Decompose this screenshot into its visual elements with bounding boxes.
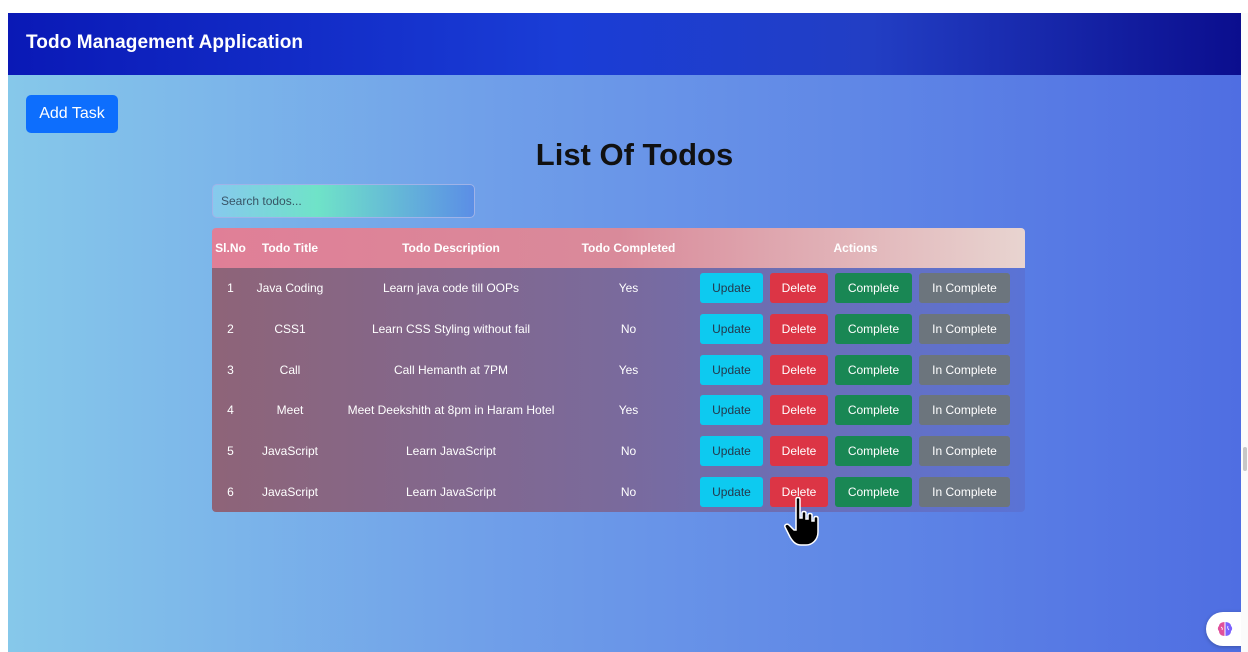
page-title: List Of Todos (535, 137, 734, 172)
incomplete-button[interactable]: In Complete (919, 273, 1010, 304)
cell-todo-description: Learn JavaScript (405, 444, 497, 459)
cell-todo-completed: No (620, 444, 637, 459)
update-button[interactable]: Update (700, 314, 763, 345)
cell-todo-description: Learn java code till OOPs (382, 281, 520, 296)
cell-actions: Update Delete Complete In Complete (686, 390, 1025, 431)
cell-sl-no: 3 (227, 362, 234, 377)
cell-actions: Update Delete Complete In Complete (686, 309, 1025, 350)
cell-todo-title: JavaScript (261, 444, 319, 459)
cell-todo-description: Call Hemanth at 7PM (393, 362, 509, 377)
cell-actions: Update Delete Complete In Complete (686, 431, 1025, 472)
cell-todo-completed: No (620, 322, 637, 337)
header-todo-description: Todo Description (402, 241, 500, 255)
top-navbar: Todo Management Application (8, 13, 1241, 75)
cell-todo-completed: Yes (618, 403, 639, 418)
row-actions: Update Delete Complete In Complete (686, 273, 1025, 304)
complete-button[interactable]: Complete (835, 436, 912, 467)
cell-actions: Update Delete Complete In Complete (686, 268, 1025, 309)
cell-todo-title: Meet (276, 403, 304, 418)
table-header-row: Sl.No Todo Title Todo Description Todo C… (212, 228, 1025, 268)
todo-table: Sl.No Todo Title Todo Description Todo C… (212, 228, 1025, 513)
app-title: Todo Management Application (26, 32, 304, 53)
row-actions: Update Delete Complete In Complete (686, 314, 1025, 345)
cell-todo-description: Learn CSS Styling without fail (371, 322, 531, 337)
row-actions: Update Delete Complete In Complete (686, 436, 1025, 467)
search-input[interactable] (212, 184, 475, 218)
todo-table-body: 1 Java Coding Learn java code till OOPs Yes… (212, 268, 1025, 513)
update-button[interactable]: Update (700, 395, 763, 426)
complete-button[interactable]: Complete (835, 395, 912, 426)
incomplete-button[interactable]: In Complete (919, 395, 1010, 426)
row-actions: Update Delete Complete In Complete (686, 476, 1025, 507)
cell-todo-completed: Yes (618, 362, 639, 377)
delete-button[interactable]: Delete (770, 314, 828, 345)
header-todo-completed: Todo Completed (581, 241, 676, 255)
cell-actions: Update Delete Complete In Complete (686, 349, 1025, 390)
add-task-button[interactable]: Add Task (26, 95, 118, 133)
row-actions: Update Delete Complete In Complete (686, 354, 1025, 385)
incomplete-button[interactable]: In Complete (919, 436, 1010, 467)
cell-sl-no: 5 (227, 444, 234, 459)
scrollbar-thumb[interactable] (1243, 447, 1247, 471)
cell-sl-no: 6 (227, 484, 234, 499)
hand-pointer-icon (784, 496, 819, 546)
table-row: 3 Call Call Hemanth at 7PM Yes Update Delete C… (212, 349, 1025, 390)
table-row: 6 JavaScript Learn JavaScript No Update Delet… (212, 471, 1025, 512)
update-button[interactable]: Update (700, 476, 763, 507)
table-row: 2 CSS1 Learn CSS Styling without fail No Upd… (212, 309, 1025, 350)
header-sl-no: Sl.No (215, 241, 246, 255)
cell-todo-description: Meet Deekshith at 8pm in Haram Hotel (347, 403, 555, 418)
row-actions: Update Delete Complete In Complete (686, 395, 1025, 426)
cell-todo-title: Java Coding (256, 281, 324, 296)
header-actions: Actions (833, 241, 878, 255)
table-row: 1 Java Coding Learn java code till OOPs Yes… (212, 268, 1025, 309)
delete-button[interactable]: Delete (770, 436, 828, 467)
page-scrollbar[interactable] (1241, 13, 1248, 652)
incomplete-button[interactable]: In Complete (919, 314, 1010, 345)
cell-todo-title: CSS1 (274, 322, 306, 337)
complete-button[interactable]: Complete (835, 314, 912, 345)
complete-button[interactable]: Complete (835, 476, 912, 507)
brain-assistant-button[interactable] (1206, 612, 1244, 646)
cell-sl-no: 1 (227, 281, 234, 296)
delete-button[interactable]: Delete (770, 395, 828, 426)
delete-button[interactable]: Delete (770, 273, 828, 304)
cell-todo-title: Call (279, 362, 301, 377)
update-button[interactable]: Update (700, 436, 763, 467)
cell-todo-description: Learn JavaScript (405, 484, 497, 499)
complete-button[interactable]: Complete (835, 354, 912, 385)
cell-todo-completed: No (620, 484, 637, 499)
cell-sl-no: 4 (227, 403, 234, 418)
cell-todo-completed: Yes (618, 281, 639, 296)
table-row: 5 JavaScript Learn JavaScript No Update Delet… (212, 431, 1025, 472)
cell-actions: Update Delete Complete In Complete (686, 471, 1025, 512)
table-row: 4 Meet Meet Deekshith at 8pm in Haram Hote… (212, 390, 1025, 431)
delete-button[interactable]: Delete (770, 354, 828, 385)
cell-todo-title: JavaScript (261, 484, 319, 499)
cell-sl-no: 2 (227, 322, 234, 337)
complete-button[interactable]: Complete (835, 273, 912, 304)
incomplete-button[interactable]: In Complete (919, 476, 1010, 507)
brain-icon (1217, 622, 1233, 636)
update-button[interactable]: Update (700, 354, 763, 385)
incomplete-button[interactable]: In Complete (919, 354, 1010, 385)
header-todo-title: Todo Title (261, 241, 319, 255)
update-button[interactable]: Update (700, 273, 763, 304)
